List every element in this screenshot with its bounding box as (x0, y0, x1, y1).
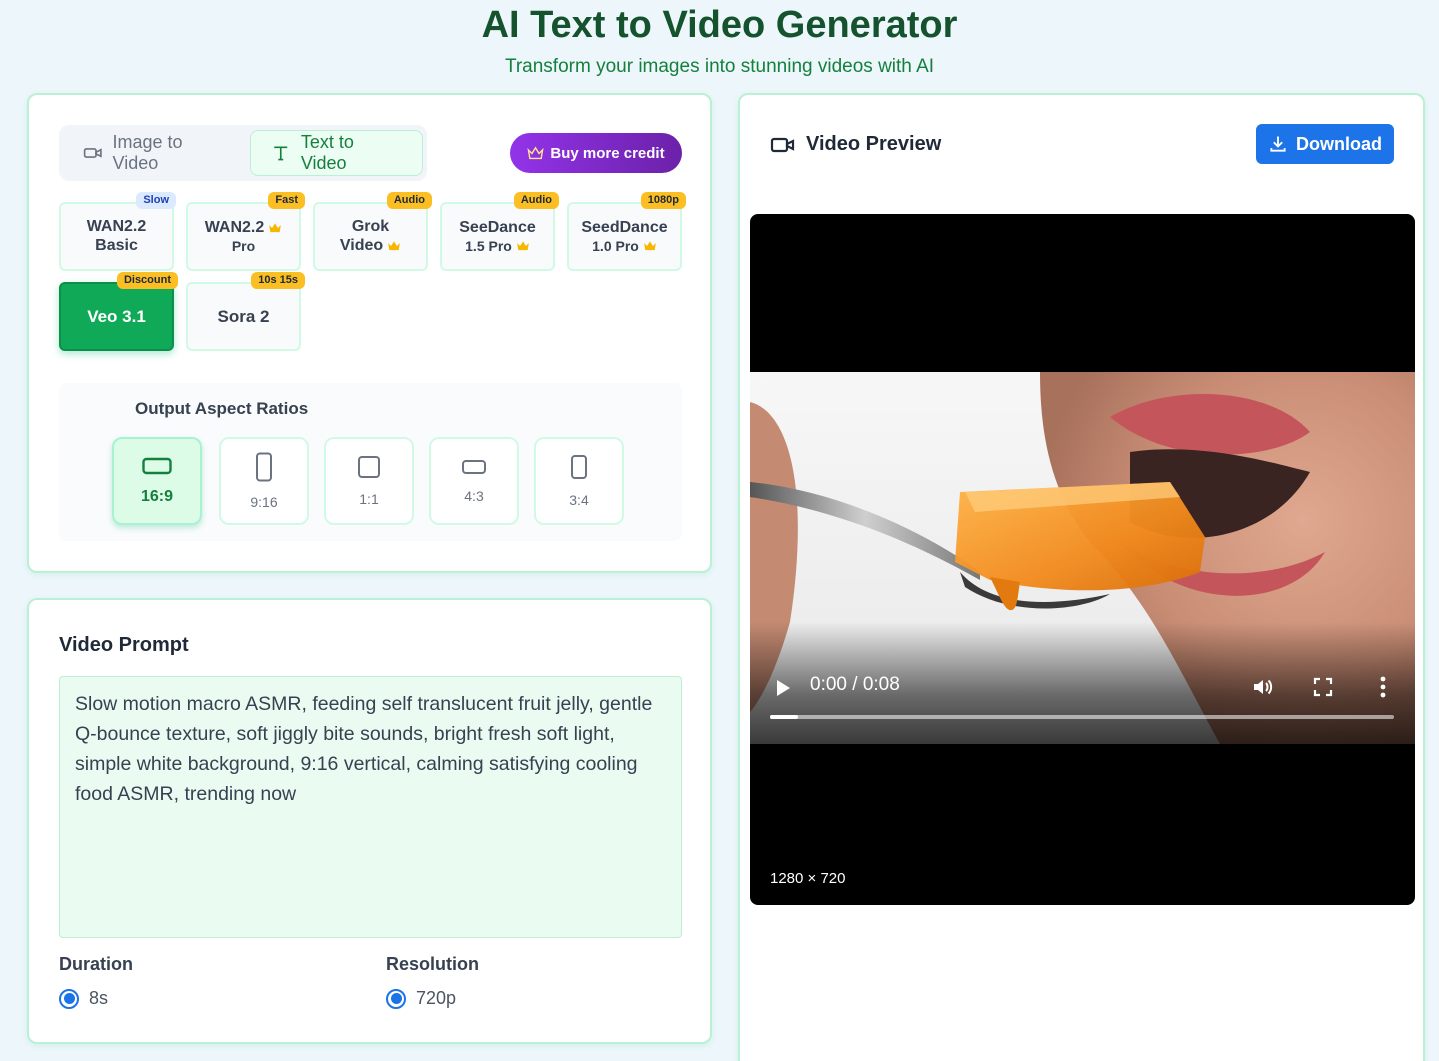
settings-panel: Image to Video Text to Video Buy more cr… (27, 93, 712, 573)
square-ratio-icon (358, 456, 380, 478)
model-name: SeedDance (581, 219, 668, 237)
model-badge: Fast (268, 192, 305, 209)
tab-image-to-video[interactable]: Image to Video (63, 130, 250, 176)
model-variant: Pro (231, 237, 256, 254)
tab-label: Text to Video (300, 132, 354, 173)
mode-tabs: Image to Video Text to Video (59, 125, 427, 181)
more-options-icon[interactable] (1378, 676, 1388, 698)
aspect-option-3-4[interactable]: 3:4 (534, 437, 624, 525)
video-time: 0:00 / 0:08 (810, 674, 900, 695)
model-name: WAN2.2 (204, 219, 265, 237)
landscape-ratio-icon (142, 457, 172, 475)
crown-icon (517, 241, 529, 250)
video-controls: 0:00 / 0:08 (750, 622, 1415, 744)
video-frame: 0:00 / 0:08 (750, 372, 1415, 744)
aspect-option-9-16[interactable]: 9:16 (219, 437, 309, 525)
model-variant: Basic (95, 236, 138, 254)
model-card-wan22-basic[interactable]: Slow WAN2.2 Basic (59, 192, 176, 271)
download-icon (1270, 136, 1286, 152)
crown-icon (527, 145, 545, 159)
landscape-ratio-icon (462, 460, 486, 474)
video-progress-bar[interactable] (770, 715, 1394, 719)
aspect-ratio-title: Output Aspect Ratios (135, 399, 309, 418)
aspect-ratio-section: Output Aspect Ratios 16:9 9:16 1:1 4:3 3… (59, 383, 682, 541)
volume-icon[interactable] (1251, 675, 1275, 699)
download-label: Download (1296, 133, 1382, 154)
aspect-label: 4:3 (464, 488, 484, 504)
model-badge: Slow (136, 192, 176, 209)
resolution-option[interactable]: 720p (386, 988, 456, 1009)
aspect-label: 9:16 (250, 494, 278, 510)
resolution-radio[interactable] (386, 988, 406, 1009)
model-badge: 10s 15s (251, 272, 305, 289)
preview-header: Video Preview (770, 133, 941, 156)
model-variant: Video (339, 236, 384, 254)
aspect-label: 3:4 (569, 492, 589, 508)
model-card-veo-31[interactable]: Discount Veo 3.1 (59, 272, 178, 351)
video-progress-fill (770, 715, 799, 719)
tab-text-to-video[interactable]: Text to Video (250, 130, 423, 176)
resolution-label: Resolution (386, 954, 479, 974)
aspect-option-4-3[interactable]: 4:3 (429, 437, 519, 525)
aspect-option-16-9[interactable]: 16:9 (112, 437, 202, 525)
video-player[interactable]: 0:00 / 0:08 1280 × 720 (750, 214, 1415, 905)
model-card-seeddance-10-pro[interactable]: 1080p SeedDance 1.0 Pro (567, 192, 686, 271)
crown-icon (388, 241, 400, 250)
buy-credit-button[interactable]: Buy more credit (510, 133, 682, 173)
model-badge: Discount (116, 272, 178, 289)
model-card-seedance-15-pro[interactable]: Audio SeeDance 1.5 Pro (440, 192, 559, 271)
duration-value: 8s (89, 988, 109, 1008)
portrait-ratio-icon (571, 455, 587, 479)
duration-radio[interactable] (59, 988, 79, 1009)
aspect-label: 1:1 (359, 491, 379, 507)
model-card-wan22-pro[interactable]: Fast WAN2.2 Pro (186, 192, 305, 271)
model-variant: 1.0 Pro (592, 237, 639, 254)
aspect-option-1-1[interactable]: 1:1 (324, 437, 414, 525)
prompt-title: Video Prompt (59, 634, 189, 656)
model-name: Veo 3.1 (87, 306, 146, 326)
prompt-input[interactable] (59, 676, 682, 938)
model-name: Grok (351, 218, 390, 236)
buy-credit-label: Buy more credit (550, 144, 665, 162)
fullscreen-icon[interactable] (1313, 677, 1333, 697)
prompt-panel: Video Prompt Duration 8s Resolution 720p (27, 598, 712, 1044)
model-badge: Audio (513, 192, 559, 209)
crown-icon (644, 241, 656, 250)
model-badge: 1080p (640, 192, 686, 209)
resolution-value: 720p (416, 988, 457, 1008)
model-variant: 1.5 Pro (465, 237, 512, 254)
play-icon[interactable] (774, 678, 792, 698)
download-button[interactable]: Download (1256, 124, 1394, 164)
portrait-ratio-icon (256, 452, 272, 482)
model-card-grok-video[interactable]: Audio Grok Video (313, 192, 432, 271)
preview-panel: Video Preview Download 0:00 / 0:08 1280 … (738, 93, 1425, 1061)
text-t-icon (274, 146, 288, 161)
duration-option[interactable]: 8s (59, 988, 108, 1009)
model-badge: Audio (386, 192, 432, 209)
model-name: Sora 2 (217, 306, 270, 326)
page-title: AI Text to Video Generator (481, 4, 958, 46)
duration-label: Duration (59, 954, 133, 974)
page-subtitle: Transform your images into stunning vide… (504, 56, 935, 77)
model-card-sora-2[interactable]: 10s 15s Sora 2 (186, 272, 305, 351)
aspect-label: 16:9 (140, 488, 174, 505)
video-camera-icon (83, 148, 102, 158)
tab-label: Image to Video (112, 132, 183, 173)
model-name: SeeDance (459, 219, 536, 237)
video-camera-icon (770, 137, 795, 152)
preview-title: Video Preview (806, 133, 942, 155)
video-dimensions: 1280 × 720 (770, 870, 846, 887)
crown-icon (269, 223, 282, 233)
model-name: WAN2.2 (86, 218, 147, 236)
